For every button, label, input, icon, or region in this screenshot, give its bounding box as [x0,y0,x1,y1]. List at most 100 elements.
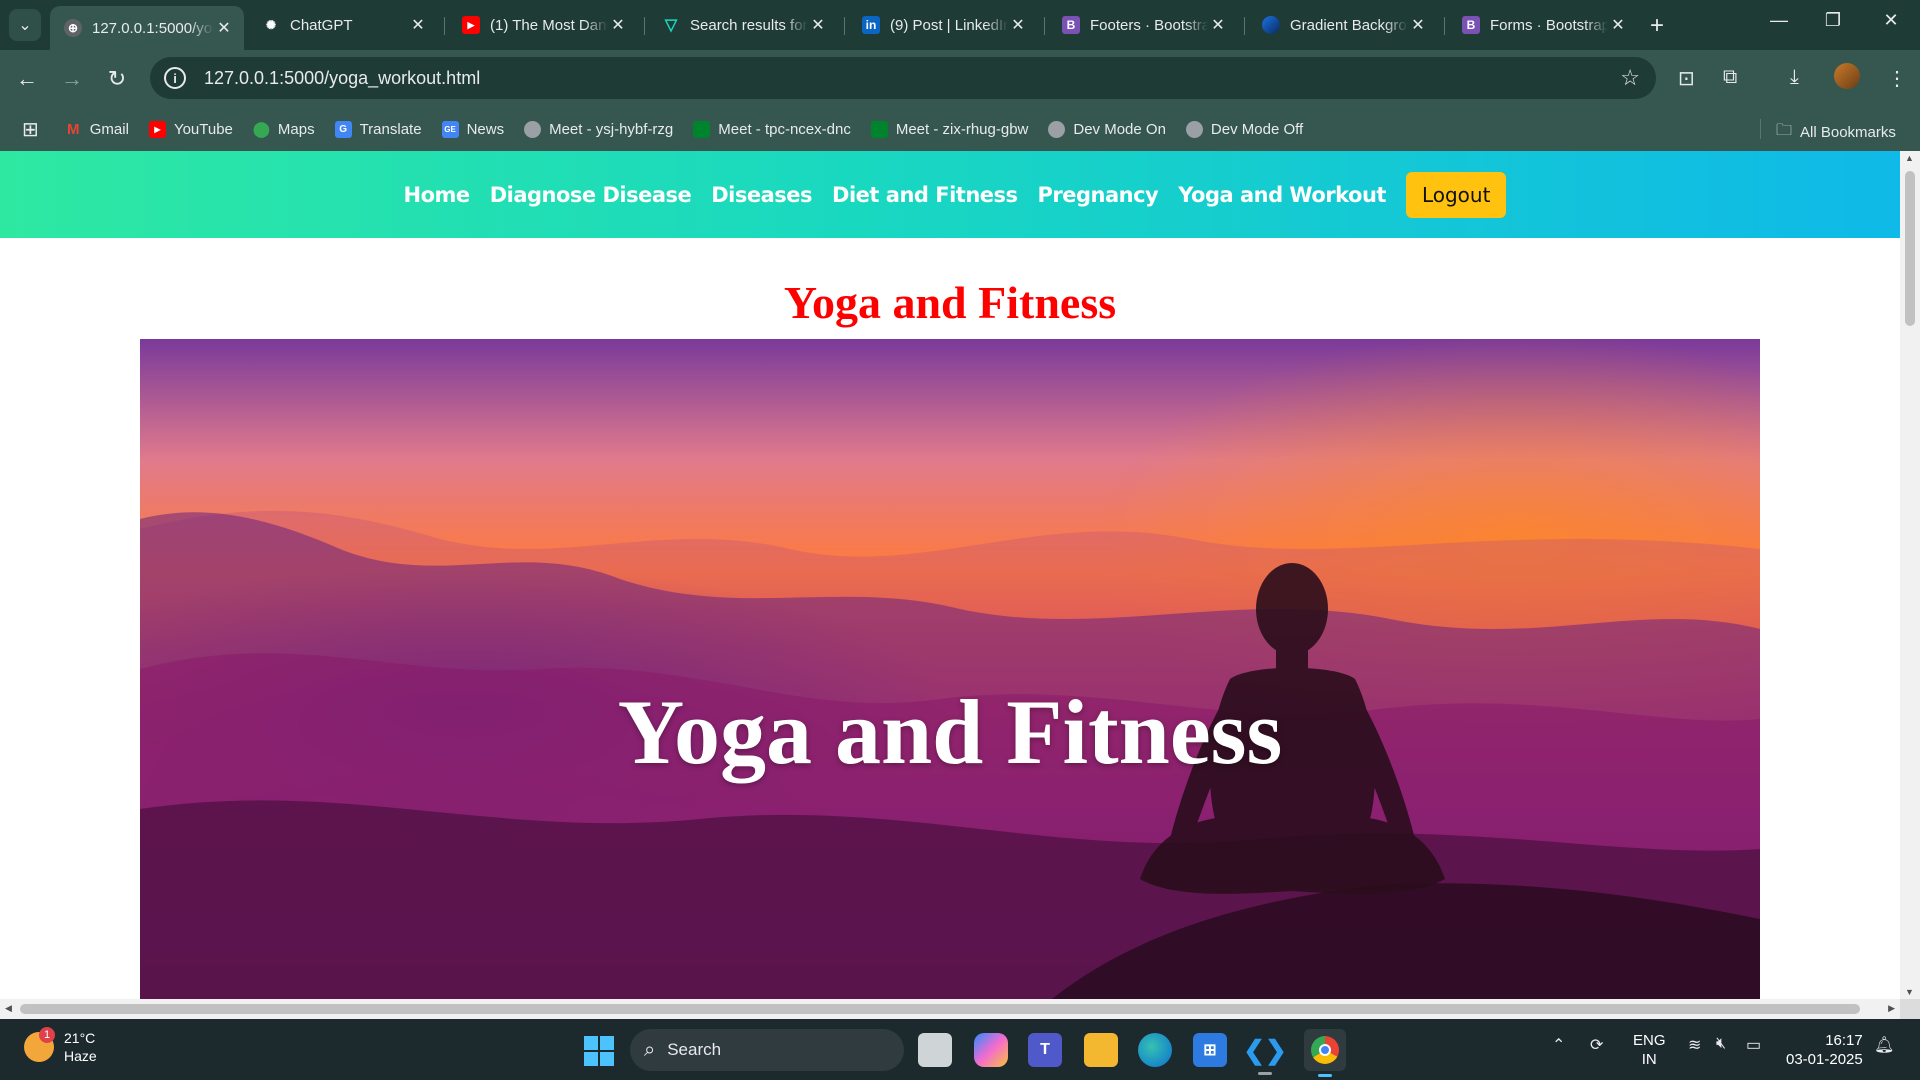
close-icon[interactable]: ✕ [1208,15,1228,35]
close-icon[interactable]: ✕ [1608,15,1628,35]
show-hidden-icons-chevron[interactable]: ⌃ [1552,1035,1565,1055]
language-indicator[interactable]: ENG IN [1633,1031,1666,1069]
nav-yoga-and-workout[interactable]: Yoga and Workout [1178,183,1386,207]
bookmark-label: Maps [277,120,315,138]
weather-widget[interactable]: 1 21°C Haze [24,1027,97,1065]
close-icon[interactable]: ✕ [214,18,234,38]
tab-chatgpt[interactable]: ✺ ChatGPT ✕ [248,6,438,44]
bookmark-label: Meet - tpc-ncex-dnc [718,120,851,138]
tab-footers-bootstrap[interactable]: B Footers · Bootstrap ✕ [1048,6,1238,44]
bookmark-maps[interactable]: ⬤ Maps [253,120,315,139]
bookmark-star-icon[interactable]: ☆ [1620,65,1640,91]
bookmark-label: Meet - zix-rhug-gbw [895,120,1029,138]
tab-separator [1244,17,1245,35]
nav-home[interactable]: Home [404,183,471,207]
clock-time: 16:17 [1825,1032,1863,1049]
menu-dots-icon[interactable]: ⋮ [1887,66,1907,91]
close-icon[interactable]: ✕ [1008,15,1028,35]
lang-top: ENG [1633,1032,1666,1049]
restore-icon[interactable]: ❐ [1818,10,1848,31]
back-icon[interactable]: ← [12,64,42,94]
tab-strip: ⌄ ⊕ 127.0.0.1:5000/yoga_workout.html ✕ ✺… [0,0,1920,50]
notification-badge: 1 [39,1027,55,1043]
battery-icon[interactable]: ▭ [1746,1035,1761,1055]
url-text[interactable]: 127.0.0.1:5000/yoga_workout.html [204,68,480,89]
hero-banner: Yoga and Fitness [140,339,1760,999]
profile-avatar[interactable] [1834,63,1860,89]
scroll-left-icon[interactable]: ◀ [5,1003,12,1014]
site-info-icon[interactable]: i [164,67,186,89]
bookmark-meet-2[interactable]: Meet - tpc-ncex-dnc [693,120,851,138]
file-explorer-icon[interactable] [1084,1033,1118,1067]
horizontal-scroll-thumb[interactable] [20,1004,1860,1014]
close-icon[interactable]: ✕ [608,15,628,35]
bookmark-translate[interactable]: G Translate [334,120,422,138]
chatgpt-icon: ✺ [265,18,277,32]
youtube-icon: ▶ [462,16,480,34]
tab-separator [444,17,445,35]
tab-separator [1444,17,1445,35]
nav-diseases[interactable]: Diseases [711,183,812,207]
vertical-scroll-thumb[interactable] [1905,171,1915,326]
extensions-icon[interactable]: ⧉ [1723,66,1737,89]
horizontal-scrollbar[interactable]: ◀ ▶ [0,999,1900,1019]
logout-button[interactable]: Logout [1405,171,1507,218]
notifications-bell-icon[interactable]: 🔔︎ [1874,1035,1894,1055]
forward-icon[interactable]: → [57,64,87,94]
bookmark-dev-mode-on[interactable]: Dev Mode On [1048,120,1166,138]
taskbar-search[interactable]: ⌕ Search [630,1029,904,1071]
window-close-icon[interactable]: ✕ [1876,10,1906,31]
tab-title: Gradient Background [1290,16,1408,34]
bookmark-dev-mode-off[interactable]: Dev Mode Off [1185,120,1304,138]
tab-forms-bootstrap[interactable]: B Forms · Bootstrap ✕ [1448,6,1638,44]
sync-icon[interactable]: ⟳ [1590,1035,1603,1055]
tab-linkedin[interactable]: in (9) Post | LinkedIn ✕ [848,6,1038,44]
apps-grid-icon[interactable]: ⊞ [22,117,39,142]
minimize-icon[interactable]: — [1764,10,1794,31]
lang-bottom: IN [1641,1051,1657,1068]
all-bookmarks-button[interactable]: 🗀 All Bookmarks [1776,119,1896,146]
volume-muted-icon[interactable]: 🔇︎ [1716,1035,1726,1053]
teams-icon[interactable]: T [1028,1033,1062,1067]
edge-icon[interactable] [1138,1033,1172,1067]
vscode-icon[interactable]: ❮❯ [1243,1033,1287,1075]
weather-desc: Haze [64,1048,97,1064]
tab-active[interactable]: ⊕ 127.0.0.1:5000/yoga_workout.html ✕ [50,6,244,50]
address-bar[interactable]: i 127.0.0.1:5000/yoga_workout.html ☆ [150,57,1656,99]
bookmark-gmail[interactable]: M Gmail [65,121,129,138]
wifi-icon[interactable]: ≋ [1688,1035,1701,1055]
lens-icon[interactable]: ⊡ [1678,66,1695,91]
bookmark-meet-3[interactable]: Meet - zix-rhug-gbw [870,120,1029,138]
clock[interactable]: 16:17 03-01-2025 [1786,1031,1863,1069]
store-icon[interactable]: ⊞ [1193,1033,1227,1067]
nav-diagnose-disease[interactable]: Diagnose Disease [490,183,692,207]
close-icon[interactable]: ✕ [408,15,428,35]
taskbar-search-label: Search [667,1040,722,1059]
tab-search-button[interactable]: ⌄ [9,9,41,41]
youtube-icon: ▶ [148,120,166,138]
bookmark-label: Dev Mode Off [1210,120,1304,138]
windows-start-icon[interactable] [584,1036,614,1066]
close-icon[interactable]: ✕ [808,15,828,35]
scroll-up-icon[interactable]: ▲ [1905,153,1914,163]
bookmark-youtube[interactable]: ▶ YouTube [148,120,233,138]
bookmark-news[interactable]: GE News [441,120,504,138]
tab-search-results[interactable]: ▽ Search results for ✕ [648,6,838,44]
tab-gradient-background[interactable]: Gradient Background ✕ [1248,6,1438,44]
new-tab-icon[interactable]: + [1650,12,1664,40]
nav-pregnancy[interactable]: Pregnancy [1038,183,1159,207]
download-icon[interactable]: ⤓ [1790,66,1799,89]
tab-youtube[interactable]: ▶ (1) The Most Dangerous ✕ [448,6,638,44]
scroll-right-icon[interactable]: ▶ [1888,1003,1895,1014]
tab-separator [644,17,645,35]
search-icon: ⌕ [644,1038,656,1061]
vertical-scrollbar[interactable]: ▲ ▼ [1900,151,1920,999]
reload-icon[interactable]: ↻ [102,64,132,94]
nav-diet-and-fitness[interactable]: Diet and Fitness [832,183,1018,207]
close-icon[interactable]: ✕ [1408,15,1428,35]
chrome-icon[interactable] [1304,1029,1346,1077]
copilot-icon[interactable] [974,1033,1008,1067]
task-view-icon[interactable] [918,1033,952,1067]
bookmark-meet-1[interactable]: Meet - ysj-hybf-rzg [524,120,673,138]
scroll-down-icon[interactable]: ▼ [1905,987,1914,997]
